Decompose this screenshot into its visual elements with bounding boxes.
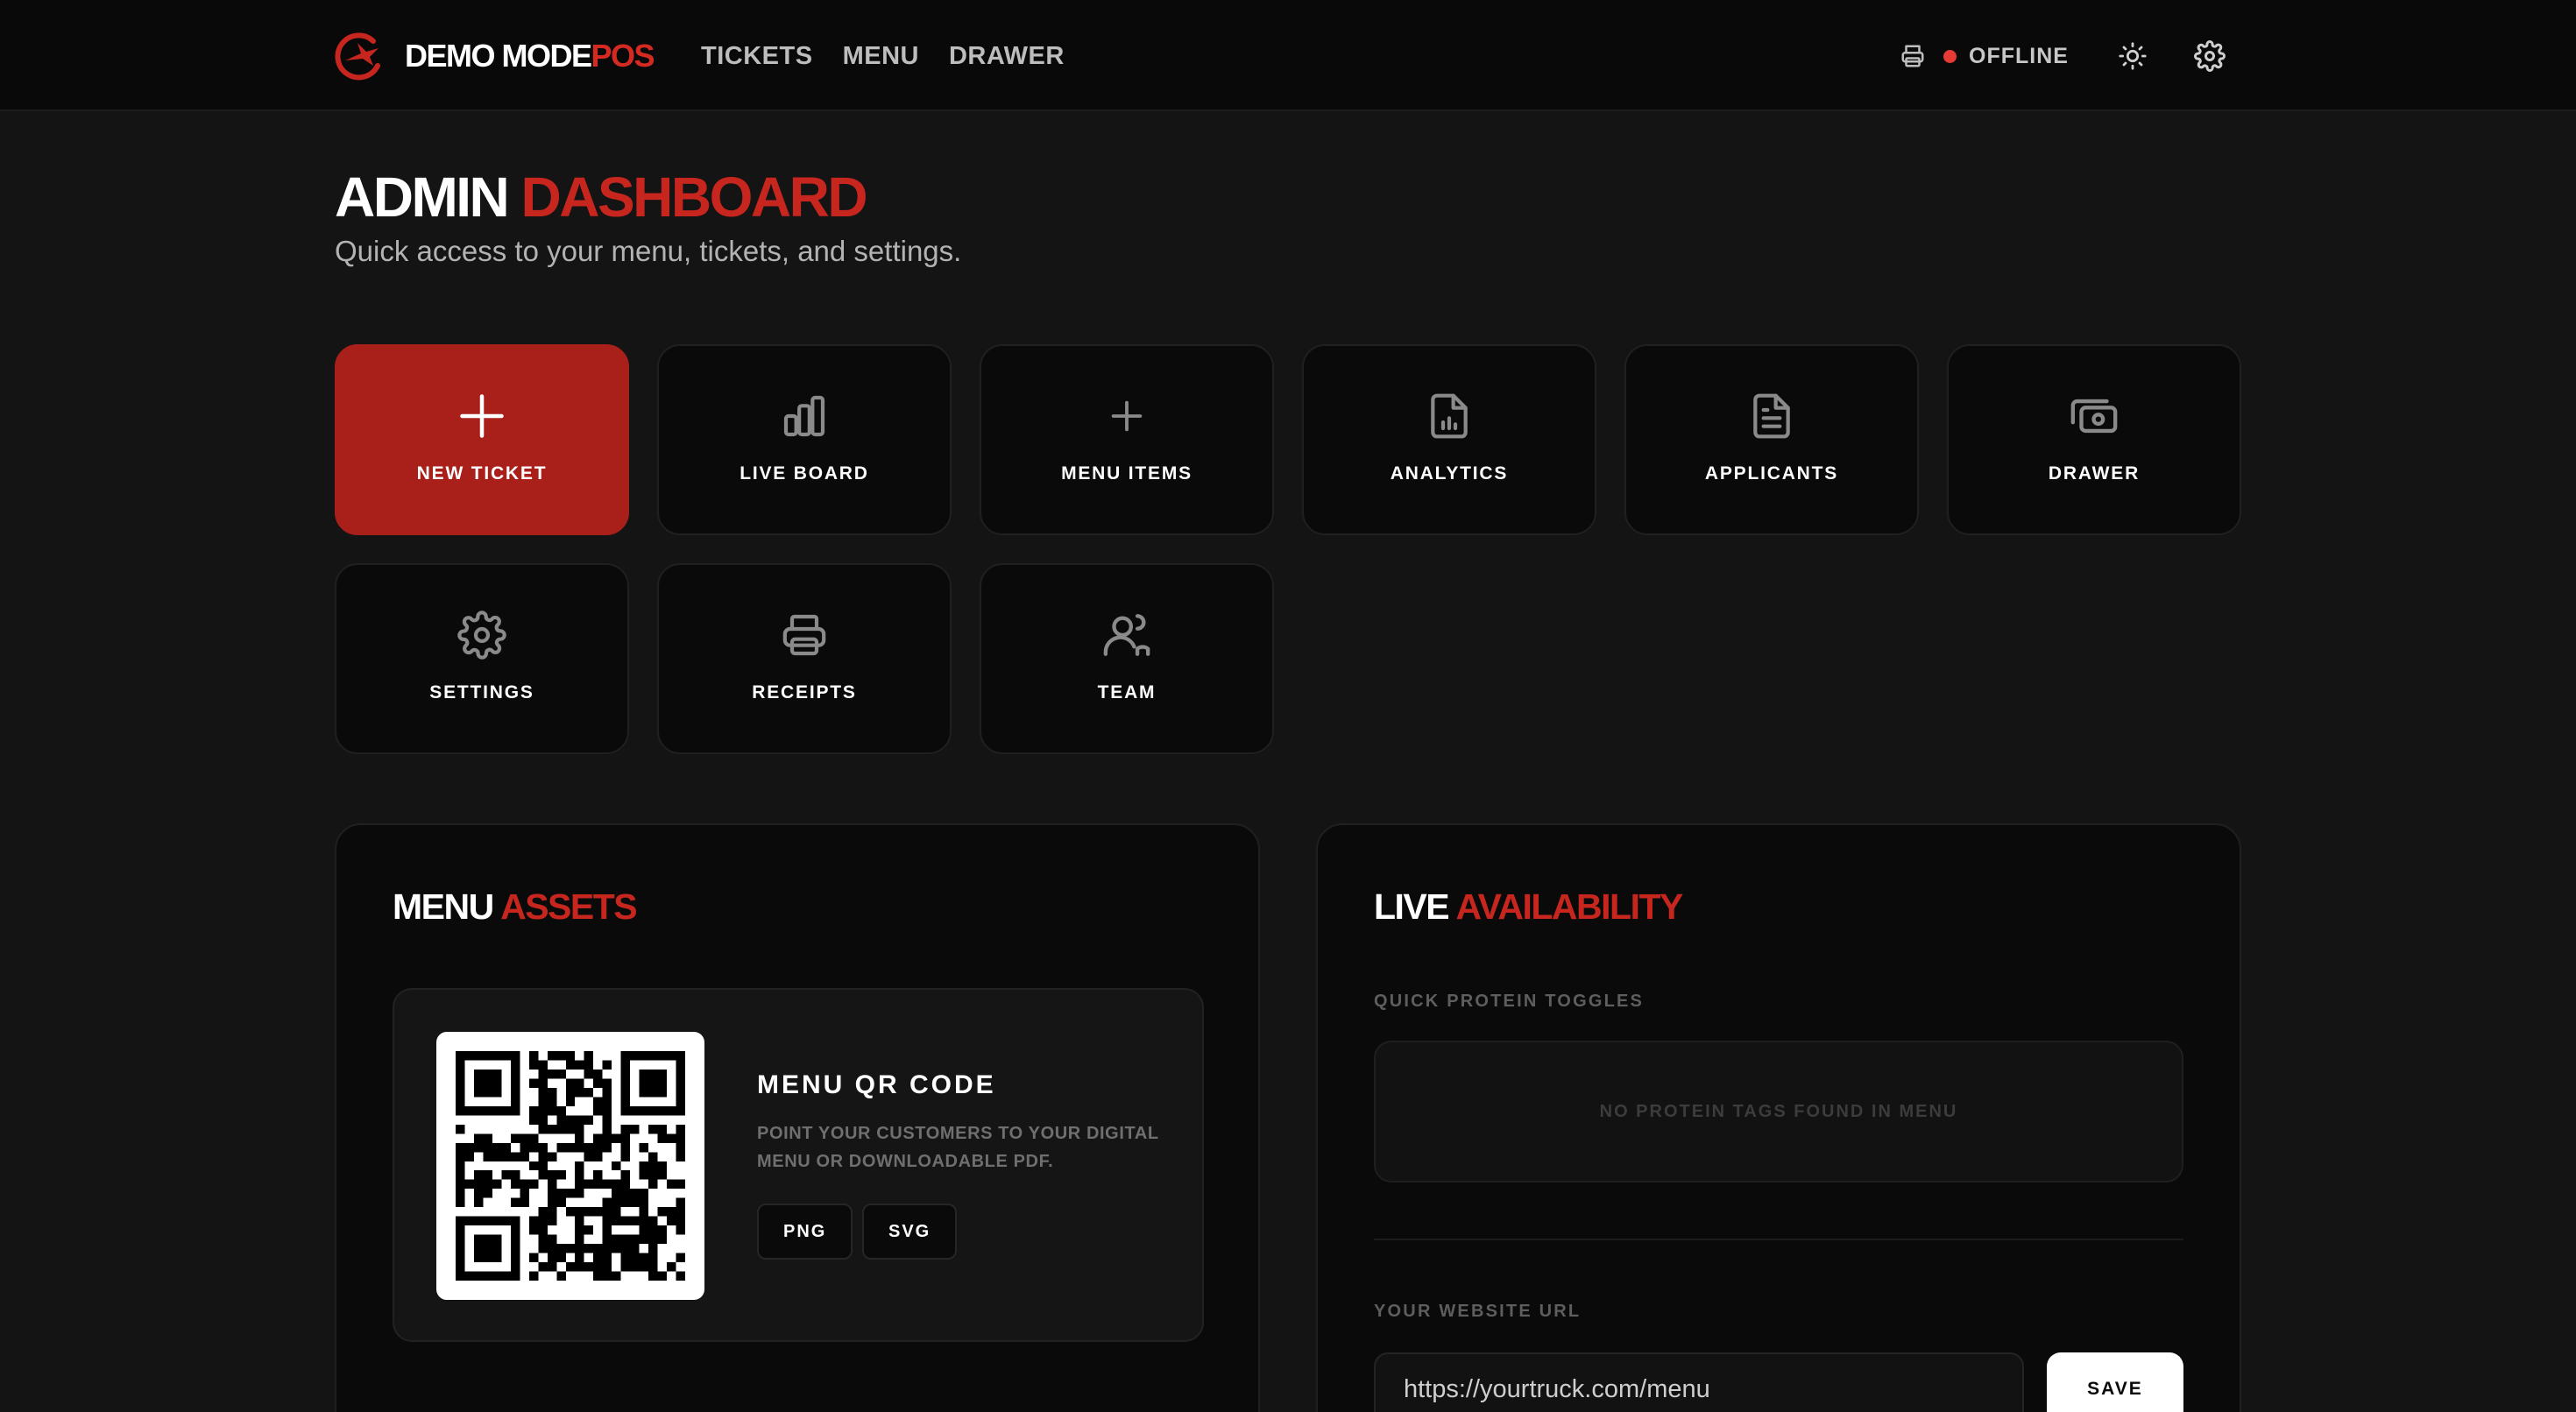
connection-status[interactable]: OFFLINE <box>1900 33 2069 79</box>
users-icon <box>1103 614 1150 656</box>
tile-label: TEAM <box>1097 682 1157 702</box>
new-ticket-tile[interactable]: NEW TICKET <box>335 344 629 535</box>
cash-icon <box>2070 399 2118 434</box>
gear-icon <box>2194 40 2226 72</box>
tile-label: NEW TICKET <box>416 463 548 484</box>
sun-icon <box>2119 42 2147 70</box>
menu-items-tile[interactable]: MENU ITEMS <box>980 344 1274 535</box>
website-url-input[interactable] <box>1374 1352 2024 1412</box>
settings-button[interactable] <box>2190 37 2229 75</box>
tile-label: ANALYTICS <box>1390 463 1509 484</box>
file-chart-icon <box>1431 393 1468 439</box>
plus-icon <box>460 394 504 438</box>
protein-toggles-label: QUICK PROTEIN TOGGLES <box>1374 992 1645 1011</box>
nav-tickets[interactable]: TICKETS <box>701 33 813 79</box>
plus-icon <box>1111 400 1143 432</box>
bar-chart-icon <box>783 395 825 437</box>
nav-drawer[interactable]: DRAWER <box>949 33 1065 79</box>
theme-toggle-button[interactable] <box>2113 37 2152 75</box>
tile-label: DRAWER <box>2048 463 2141 484</box>
website-url-label: YOUR WEBSITE URL <box>1374 1302 1582 1321</box>
status-label: OFFLINE <box>1969 43 2069 68</box>
applicants-tile[interactable]: APPLICANTS <box>1624 344 1919 535</box>
nav-menu[interactable]: MENU <box>843 33 919 79</box>
qr-code[interactable] <box>436 1032 704 1300</box>
save-button[interactable]: SAVE <box>2047 1352 2183 1412</box>
settings-tile[interactable]: SETTINGS <box>335 563 629 754</box>
qr-description: POINT YOUR CUSTOMERS TO YOUR DIGITAL MEN… <box>757 1124 1159 1171</box>
tile-label: MENU ITEMS <box>1061 463 1192 484</box>
top-bar: DEMO MODEPOS TICKETS MENU DRAWER OFFLINE <box>0 0 2576 111</box>
download-svg-button[interactable]: SVG <box>862 1204 958 1260</box>
status-dot <box>1943 49 1957 63</box>
file-text-icon <box>1753 393 1790 439</box>
printer-icon <box>1901 45 1924 67</box>
tile-label: APPLICANTS <box>1704 463 1839 484</box>
live-board-tile[interactable]: LIVE BOARD <box>657 344 952 535</box>
qr-code-image <box>456 1051 685 1281</box>
brand-name: DEMO MODEPOS <box>405 38 655 74</box>
brand[interactable]: DEMO MODEPOS <box>335 30 655 82</box>
tile-label: SETTINGS <box>429 682 534 702</box>
qr-title: MENU QR CODE <box>757 1070 996 1099</box>
tile-label: LIVE BOARD <box>740 463 869 484</box>
tile-label: RECEIPTS <box>752 682 857 702</box>
download-png-button[interactable]: PNG <box>757 1204 853 1260</box>
page-subtitle: Quick access to your menu, tickets, and … <box>335 235 962 267</box>
gear-icon <box>457 611 506 660</box>
drawer-tile[interactable]: DRAWER <box>1947 344 2241 535</box>
protein-empty-state: NO PROTEIN TAGS FOUND IN MENU <box>1374 1041 2183 1183</box>
analytics-tile[interactable]: ANALYTICS <box>1302 344 1596 535</box>
logo-icon <box>335 32 380 81</box>
page-title: ADMIN DASHBOARD <box>335 166 868 229</box>
divider <box>1374 1239 2183 1240</box>
live-availability-card: LIVE AVAILABILITY QUICK PROTEIN TOGGLES … <box>1316 823 2241 1412</box>
team-tile[interactable]: TEAM <box>980 563 1274 754</box>
receipts-tile[interactable]: RECEIPTS <box>657 563 952 754</box>
card-title: MENU ASSETS <box>393 886 638 927</box>
menu-assets-card: MENU ASSETS MENU QR CODE POINT YOUR CUST… <box>335 823 1260 1412</box>
printer-icon <box>782 614 826 656</box>
main-nav: TICKETS MENU DRAWER <box>701 33 1065 79</box>
qr-panel: MENU QR CODE POINT YOUR CUSTOMERS TO YOU… <box>393 988 1204 1342</box>
card-title: LIVE AVAILABILITY <box>1374 886 1683 927</box>
